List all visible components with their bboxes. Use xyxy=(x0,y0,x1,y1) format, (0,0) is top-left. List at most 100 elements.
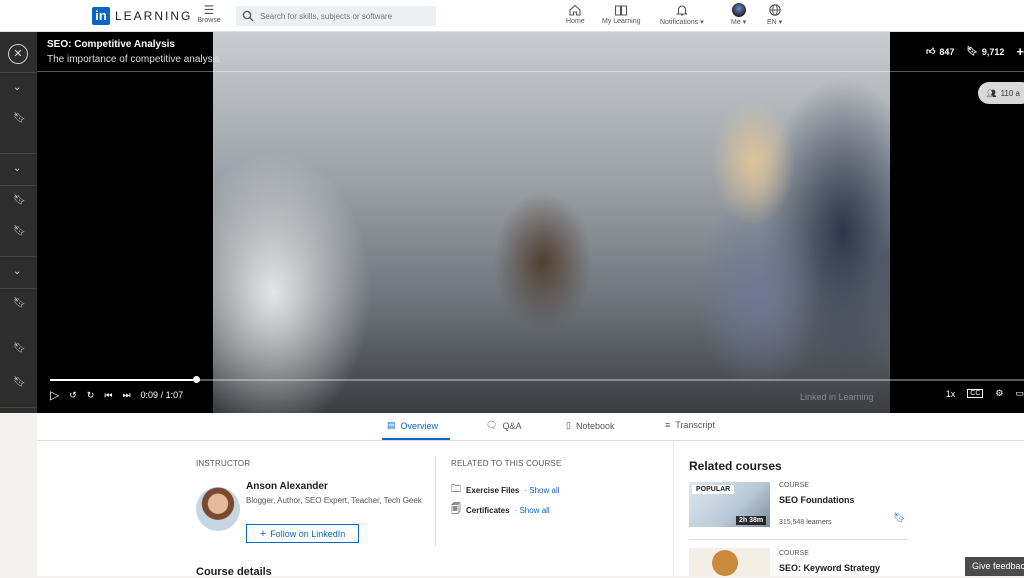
time-display: 0:09 / 1:07 xyxy=(140,390,184,400)
certificates-row: 🗐︎ Certificates · Show all xyxy=(451,502,550,519)
exercise-files-label: Exercise Files xyxy=(466,486,520,495)
bookmark-button[interactable]: 🔖︎ xyxy=(0,185,37,217)
thumbs-up-icon: 👍︎ xyxy=(926,46,936,56)
linkedin-learning-logo[interactable]: in LEARNING xyxy=(92,7,192,25)
search-input[interactable] xyxy=(260,11,430,21)
nav-my-learning[interactable]: My Learning xyxy=(602,3,641,25)
related-to-course-heading: RELATED TO THIS COURSE xyxy=(451,459,562,468)
chapter-toggle[interactable]: ⌄ xyxy=(0,72,37,104)
bookmark-button[interactable]: 🔖︎ xyxy=(0,288,37,320)
qa-icon: 🗨︎ xyxy=(486,420,498,430)
fullscreen-icon[interactable]: ▭ xyxy=(1015,388,1024,399)
tab-transcript-label: Transcript xyxy=(675,420,715,430)
overview-icon: ▤ xyxy=(387,420,396,430)
certificates-show-all-link[interactable]: · Show all xyxy=(515,506,550,515)
rewind-10-icon[interactable]: ↺ xyxy=(69,390,77,401)
tab-qa[interactable]: 🗨︎ Q&A xyxy=(486,420,521,431)
seek-bar-fill xyxy=(50,379,197,381)
active-tab-indicator xyxy=(382,438,450,440)
bell-icon xyxy=(675,5,688,16)
bookmark-icon: 🔖︎ xyxy=(13,298,26,309)
popular-badge: POPULAR xyxy=(692,485,735,494)
search-bar xyxy=(236,6,436,26)
certificate-icon: 🗐︎ xyxy=(451,504,461,515)
video-player[interactable]: ✕ ⌄ 🔖︎ ⌄ 🔖︎ 🔖︎ ⌄ 🔖︎ 🔖︎ 🔖︎ ⌄ ls 🔖︎ 🔖︎ 🔖︎ … xyxy=(0,32,1024,413)
nav-notifications-label: Notifications xyxy=(660,19,699,26)
give-feedback-button[interactable]: Give feedback xyxy=(965,557,1024,576)
chevron-down-icon: ⌄ xyxy=(13,82,22,93)
like-count: 847 xyxy=(939,46,955,57)
chevron-down-icon: ⌄ xyxy=(13,266,22,277)
avatar xyxy=(731,3,746,17)
course-thumbnail-art xyxy=(712,550,738,576)
linkedin-learning-watermark: Linked in Learning xyxy=(800,392,874,402)
instructor-avatar[interactable] xyxy=(196,487,240,531)
tab-overview[interactable]: ▤ Overview xyxy=(387,420,438,431)
nav-language-label: EN xyxy=(767,19,777,26)
instructor-heading: INSTRUCTOR xyxy=(196,459,251,468)
notebook-icon: ▯ xyxy=(566,420,571,430)
video-frame xyxy=(213,32,890,413)
plus-icon: + xyxy=(259,527,267,540)
add-button[interactable]: + xyxy=(1016,44,1024,59)
book-icon xyxy=(615,5,628,16)
learner-count: 315,548 learners xyxy=(779,519,832,526)
bookmark-button[interactable]: 🔖︎ xyxy=(0,368,37,400)
bookmark-icon: 🔖︎ xyxy=(13,377,26,388)
top-navigation-bar: in LEARNING ☰ Browse Home My Learning No… xyxy=(0,0,1024,32)
viewer-count-pill[interactable]: 👥︎ 110 a xyxy=(978,82,1024,104)
related-course-title[interactable]: SEO: Keyword Strategy xyxy=(779,563,880,573)
chapter-toggle[interactable]: ⌄ xyxy=(0,153,37,185)
course-contents-sidebar: ✕ ⌄ 🔖︎ ⌄ 🔖︎ 🔖︎ ⌄ 🔖︎ 🔖︎ 🔖︎ ⌄ ls 🔖︎ 🔖︎ 🔖︎ xyxy=(0,32,37,413)
folder-icon: 🗀︎ xyxy=(451,484,461,495)
settings-gear-icon[interactable]: ⚙︎ xyxy=(995,388,1003,399)
bookmark-button[interactable]: 🔖︎ xyxy=(0,104,37,136)
video-title: SEO: Competitive Analysis xyxy=(47,39,175,50)
related-course-title[interactable]: SEO Foundations xyxy=(779,495,855,505)
save-count: 9,712 xyxy=(981,46,1005,57)
instructor-name[interactable]: Anson Alexander xyxy=(246,481,328,492)
follow-on-linkedin-button[interactable]: + Follow on LinkedIn xyxy=(246,524,359,543)
speed-button[interactable]: 1x xyxy=(946,389,956,399)
video-subtitle: The importance of competitive analysis xyxy=(47,54,220,65)
bookmark-icon: 🔖︎ xyxy=(966,46,978,56)
chapter-toggle[interactable]: ⌄ xyxy=(0,256,37,288)
chevron-down-icon: ⌄ xyxy=(13,163,22,174)
chapter-toggle[interactable]: ⌄ xyxy=(0,407,37,413)
captions-button[interactable]: CC xyxy=(967,389,984,398)
bookmark-icon[interactable]: 🔖︎ xyxy=(893,513,906,524)
follow-label: Follow on LinkedIn xyxy=(270,528,346,539)
browse-button[interactable]: ☰ Browse xyxy=(196,3,222,24)
bookmark-button[interactable]: 🔖︎ xyxy=(0,334,37,366)
nav-my-learning-label: My Learning xyxy=(602,18,641,25)
seek-bar-handle[interactable] xyxy=(193,376,201,383)
course-type-label: COURSE xyxy=(779,550,809,557)
nav-language[interactable]: EN ▾ xyxy=(767,3,782,26)
like-button[interactable]: 👍︎ 847 xyxy=(926,46,954,57)
chevron-down-icon: ▾ xyxy=(778,19,783,26)
player-controls: ▷ ↺ ↻ ⏮︎ ⏭︎ 0:09 / 1:07 xyxy=(50,388,183,402)
tab-overview-label: Overview xyxy=(400,420,439,431)
nav-me-label: Me xyxy=(731,19,741,26)
people-icon: 👥︎ xyxy=(986,88,997,98)
previous-icon[interactable]: ⏮︎ xyxy=(104,390,112,401)
nav-home-label: Home xyxy=(566,18,585,25)
save-button[interactable]: 🔖︎ 9,712 xyxy=(966,46,1004,57)
forward-10-icon[interactable]: ↻ xyxy=(87,390,95,401)
nav-notifications[interactable]: Notifications ▾ xyxy=(660,3,704,26)
tab-notebook[interactable]: ▯ Notebook xyxy=(566,420,614,431)
nav-me[interactable]: Me ▾ xyxy=(731,3,746,26)
viewer-count: 110 a xyxy=(1000,88,1020,98)
tab-transcript[interactable]: ≡ Transcript xyxy=(665,420,715,430)
exercise-files-row: 🗀︎ Exercise Files · Show all xyxy=(451,482,560,499)
column-divider xyxy=(435,456,436,546)
seek-bar[interactable] xyxy=(50,376,1024,383)
chevron-down-icon: ▾ xyxy=(700,19,704,26)
close-icon[interactable]: ✕ xyxy=(8,44,28,64)
exercise-files-show-all-link[interactable]: · Show all xyxy=(524,486,559,495)
bookmark-button[interactable]: 🔖︎ xyxy=(0,217,37,249)
next-icon[interactable]: ⏭︎ xyxy=(122,390,130,401)
browse-list-icon: ☰ xyxy=(203,3,215,17)
play-icon[interactable]: ▷ xyxy=(50,388,59,402)
nav-home[interactable]: Home xyxy=(566,3,585,25)
